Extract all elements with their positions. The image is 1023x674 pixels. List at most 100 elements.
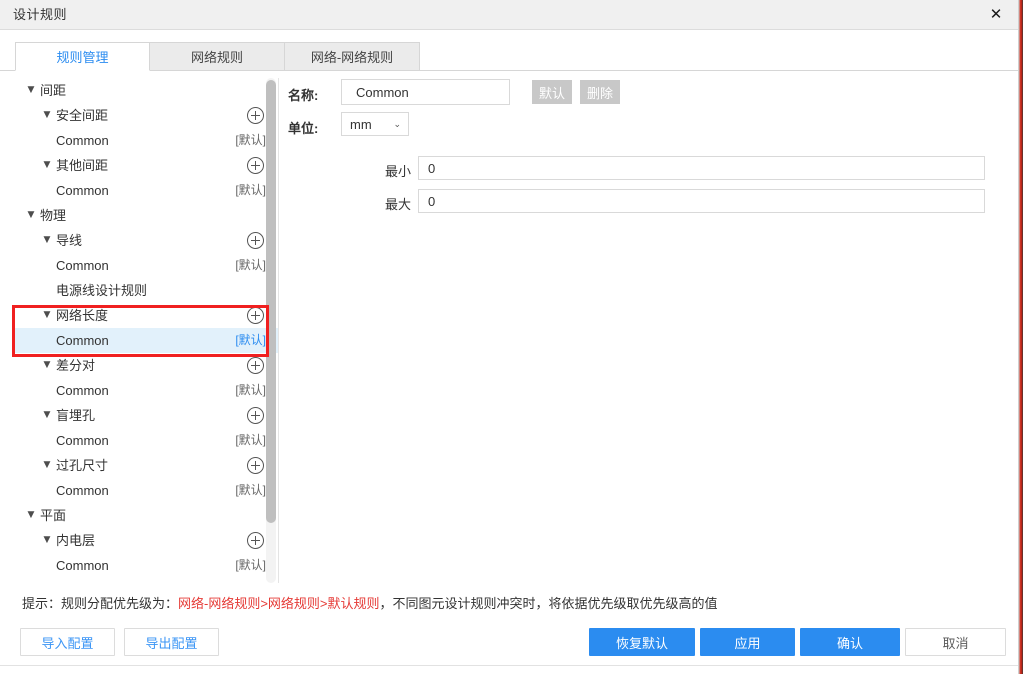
name-label: 名称: [288,88,319,103]
name-input[interactable] [341,79,510,105]
default-badge: [默认] [235,383,266,397]
export-config-button[interactable]: 导出配置 [124,628,219,656]
tree-row[interactable]: ▼ 物理 [14,203,278,228]
tree-row-label: Common [56,558,109,573]
tree-row-label: 平面 [40,508,67,523]
tree-scrollbar-thumb[interactable] [266,80,276,523]
tab-bar: 规则管理 网络规则 网络-网络规则 [0,42,1018,71]
tab-net-rules[interactable]: 网络规则 [149,42,285,71]
tree-row[interactable]: ▼ 内电层 [14,528,278,553]
tree-row[interactable]: Common [默认] [14,478,278,503]
close-icon: ✕ [989,5,1003,23]
unit-label: 单位: [288,121,319,136]
caret-down-icon[interactable]: ▼ [40,528,54,553]
add-rule-icon[interactable] [247,157,264,174]
caret-down-icon[interactable]: ▼ [40,353,54,378]
tree-row[interactable]: ▼ 平面 [14,503,278,528]
tree-row-label: 网络长度 [56,308,109,323]
add-rule-icon[interactable] [247,232,264,249]
max-input[interactable] [418,189,985,213]
caret-down-icon[interactable]: ▼ [24,203,38,228]
tree-row-label: 物理 [40,208,67,223]
restore-default-button[interactable]: 恢复默认 [589,628,695,656]
tab-rule-management[interactable]: 规则管理 [15,42,150,71]
add-rule-icon[interactable] [247,307,264,324]
tree-row[interactable]: 电源线设计规则 [14,278,278,303]
unit-select-value: mm [350,117,372,132]
default-badge: [默认] [235,333,266,347]
tree-row-label: 差分对 [56,358,96,373]
tree-row[interactable]: Common [默认] [14,178,278,203]
rule-detail-panel: 名称: 默认 删除 单位: mm ⌄ 最小 最大 [288,78,1008,583]
caret-down-icon[interactable]: ▼ [40,103,54,128]
unit-select[interactable]: mm ⌄ [341,112,409,136]
tree-row[interactable]: Common [默认] [14,128,278,153]
hint-highlight: 网络-网络规则>网络规则>默认规则 [178,596,380,611]
tree-row[interactable]: Common [默认] [14,428,278,453]
design-rules-dialog: 设计规则 ✕ 规则管理 网络规则 网络-网络规则 ▼ 间距 ▼ 安全间距 Common[… [0,0,1018,674]
tree-row-label: Common [56,383,109,398]
tab-net-net-rules[interactable]: 网络-网络规则 [284,42,420,71]
add-rule-icon[interactable] [247,407,264,424]
default-badge: [默认] [235,433,266,447]
page-edge-strip [1018,0,1023,674]
tree-row-label: Common [56,258,109,273]
tree-row[interactable]: ▼ 差分对 [14,353,278,378]
tree-row[interactable]: ▼ 其他间距 [14,153,278,178]
rule-tree[interactable]: ▼ 间距 ▼ 安全间距 Common [默认] ▼ 其他间距 Common [默认] ▼ 物理 ▼ 导线 C… [14,78,278,583]
chevron-down-icon: ⌄ [393,120,401,130]
add-rule-icon[interactable] [247,107,264,124]
tree-row-label: 盲埋孔 [56,408,96,423]
caret-down-icon[interactable]: ▼ [40,453,54,478]
default-badge: [默认] [235,258,266,272]
tree-row[interactable]: ▼ 安全间距 [14,103,278,128]
add-rule-icon[interactable] [247,457,264,474]
tree-row[interactable]: Common [默认] [14,378,278,403]
tree-row-label: Common [56,333,109,348]
caret-down-icon[interactable]: ▼ [24,78,38,103]
confirm-button[interactable]: 确认 [800,628,900,656]
tree-row-label: Common [56,433,109,448]
tree-row-label: Common [56,133,109,148]
tree-row[interactable]: ▼ 过孔尺寸 [14,453,278,478]
caret-down-icon[interactable]: ▼ [40,153,54,178]
max-label: 最大 [385,197,412,212]
apply-button[interactable]: 应用 [700,628,795,656]
tree-row[interactable]: ▼ 网络长度 [14,303,278,328]
default-badge: [默认] [235,183,266,197]
caret-down-icon[interactable]: ▼ [40,303,54,328]
min-label: 最小 [385,164,412,179]
add-rule-icon[interactable] [247,357,264,374]
close-button[interactable]: ✕ [974,0,1018,29]
caret-down-icon[interactable]: ▼ [24,503,38,528]
tree-row[interactable]: ▼ 导线 [14,228,278,253]
caret-down-icon[interactable]: ▼ [40,228,54,253]
set-default-button[interactable]: 默认 [532,80,572,104]
tree-row[interactable]: Common [默认] [14,328,278,353]
min-input[interactable] [418,156,985,180]
tree-row-label: 安全间距 [56,108,109,123]
caret-down-icon[interactable]: ▼ [40,403,54,428]
tree-row[interactable]: Common [默认] [14,253,278,278]
tree-row-label: 间距 [40,83,67,98]
tree-row[interactable]: ▼ 盲埋孔 [14,403,278,428]
cancel-button[interactable]: 取消 [905,628,1006,656]
default-badge: [默认] [235,558,266,572]
hint-prefix: 提示：规则分配优先级为： [22,596,179,611]
dialog-titlebar: 设计规则 ✕ [0,0,1018,30]
tree-row[interactable]: ▼ 间距 [14,78,278,103]
tree-row[interactable]: Common [默认] [14,553,278,578]
tree-row-label: 内电层 [56,533,96,548]
tree-row-label: 其他间距 [56,158,109,173]
delete-rule-button[interactable]: 删除 [580,80,620,104]
import-config-button[interactable]: 导入配置 [20,628,115,656]
tree-row-label: Common [56,483,109,498]
default-badge: [默认] [235,483,266,497]
panel-divider [278,78,279,583]
tree-row-label: Common [56,183,109,198]
tree-row-label: 过孔尺寸 [56,458,109,473]
priority-hint: 提示：规则分配优先级为：网络-网络规则>网络规则>默认规则，不同图元设计规则冲突… [22,595,718,613]
add-rule-icon[interactable] [247,532,264,549]
dialog-title: 设计规则 [13,7,68,22]
hint-suffix: ，不同图元设计规则冲突时，将依据优先级取优先级高的值 [379,596,718,611]
